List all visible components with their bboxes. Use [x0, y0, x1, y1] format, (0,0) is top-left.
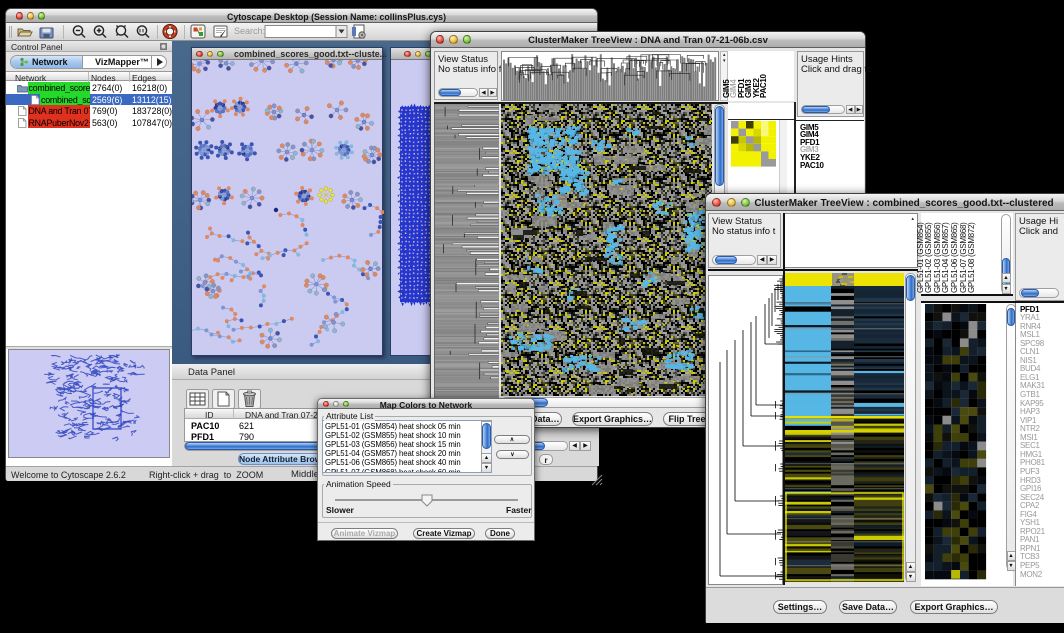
svg-text:Search:: Search: — [234, 26, 265, 36]
